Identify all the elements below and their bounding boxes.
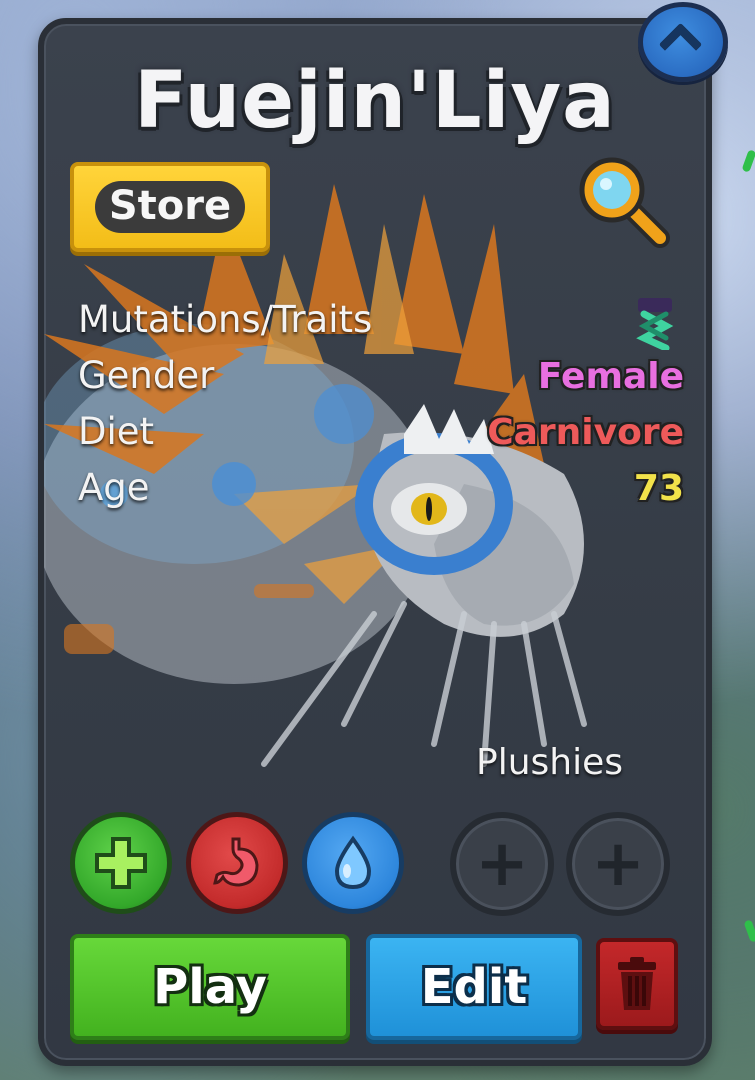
plushies-label: Plushies: [476, 742, 624, 783]
magnifier-icon: [579, 157, 670, 248]
plus-icon: [95, 837, 147, 889]
play-button[interactable]: Play: [70, 934, 350, 1040]
traits-label: Mutations/Traits: [78, 298, 373, 341]
creature-card: Fuejin'Liya Store Mutations/Traits Gende…: [38, 18, 712, 1066]
background-leaf: [743, 919, 755, 943]
diet-value: Carnivore: [487, 412, 684, 453]
background-leaf: [741, 149, 755, 173]
diet-label: Diet: [78, 410, 155, 453]
trash-icon: [618, 957, 656, 1010]
edit-button[interactable]: Edit: [366, 934, 582, 1040]
creature-name: Fuejin'Liya: [134, 56, 616, 146]
age-label: Age: [78, 466, 150, 509]
feed-button[interactable]: [186, 812, 288, 914]
stomach-icon: [213, 837, 259, 887]
chevron-up-icon: [658, 22, 703, 67]
edit-button-label: Edit: [420, 959, 528, 1015]
plushie-slot-1[interactable]: +: [450, 812, 554, 916]
store-button-label: Store: [94, 181, 246, 233]
delete-button[interactable]: [596, 938, 678, 1030]
dna-traits-icon[interactable]: [632, 296, 678, 350]
water-drop-icon: [334, 835, 372, 890]
add-plushie-icon: +: [591, 827, 645, 901]
add-plushie-icon: +: [475, 827, 529, 901]
heal-button[interactable]: [70, 812, 172, 914]
search-button[interactable]: [574, 152, 674, 252]
plushie-slot-2[interactable]: +: [566, 812, 670, 916]
age-value: 73: [633, 468, 684, 509]
gender-value: Female: [537, 356, 684, 397]
water-button[interactable]: [302, 812, 404, 914]
play-button-label: Play: [153, 959, 267, 1015]
store-button[interactable]: Store: [70, 162, 270, 252]
gender-label: Gender: [78, 354, 215, 397]
collapse-button[interactable]: [638, 2, 728, 82]
